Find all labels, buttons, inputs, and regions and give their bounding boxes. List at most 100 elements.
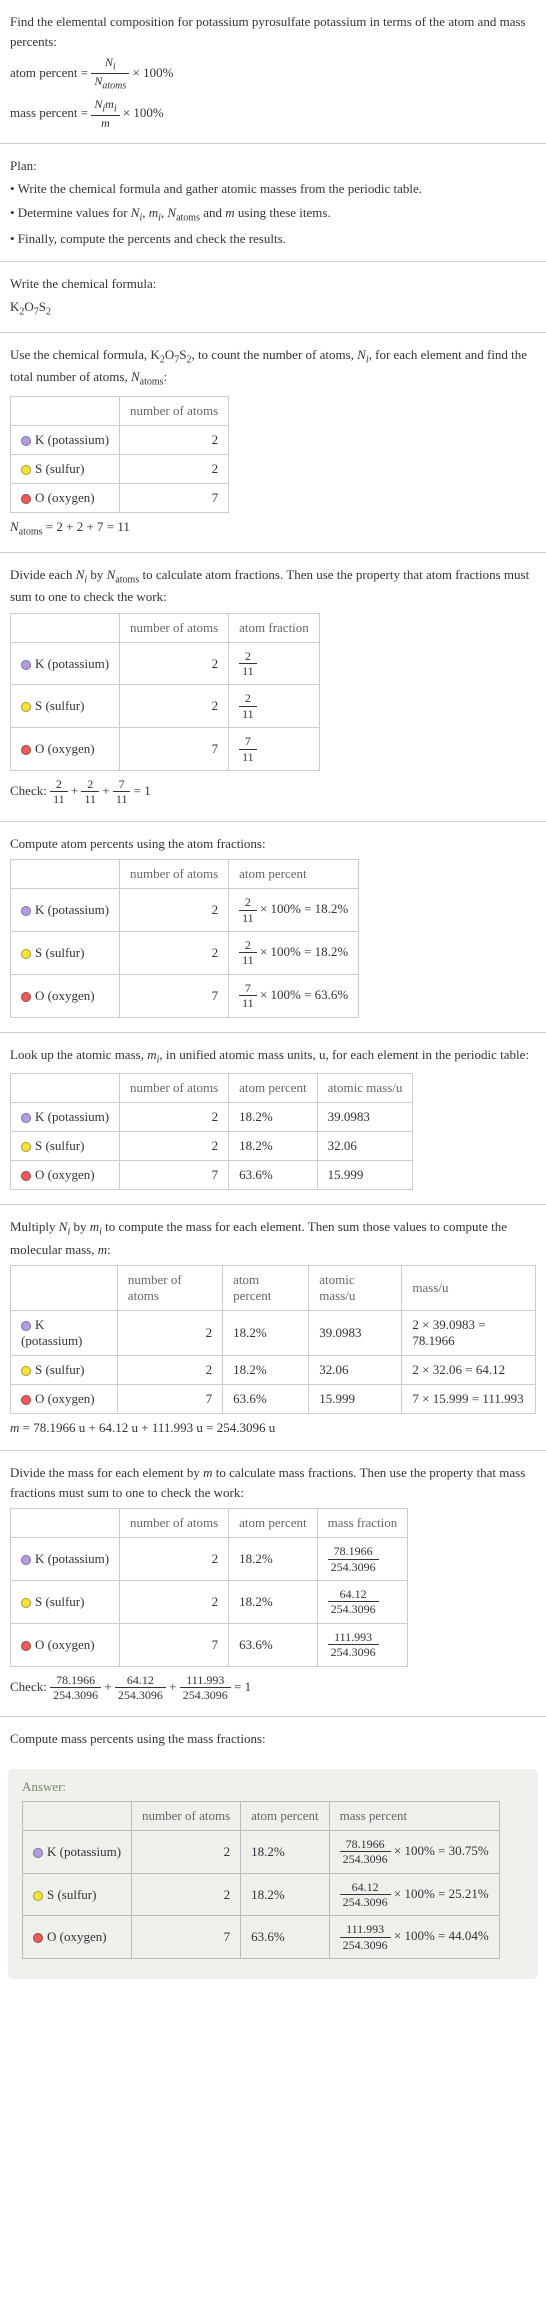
o-dot-icon: [21, 992, 31, 1002]
o-p: 63.6%: [229, 1623, 318, 1666]
table-row: S (sulfur) 2 211 × 100% = 18.2%: [11, 932, 359, 975]
o-dot-icon: [21, 1395, 31, 1405]
k-label: K (potassium): [21, 1317, 82, 1348]
k-label: K (potassium): [35, 1109, 109, 1124]
k-n: 2: [120, 1538, 229, 1581]
massfrac-table: number of atoms atom percent mass fracti…: [10, 1508, 408, 1666]
atom-percent-formula: atom percent = Ni Natoms × 100%: [10, 55, 536, 93]
o-label: O (oxygen): [35, 988, 95, 1003]
o-n: 7: [120, 1161, 229, 1190]
answer-box: Answer: number of atoms atom percent mas…: [8, 1769, 538, 1979]
k-label: K (potassium): [35, 902, 109, 917]
k-n: 2: [120, 1103, 229, 1132]
table-row: K (potassium) 2 18.2% 39.0983: [11, 1103, 413, 1132]
plan-section: Plan: • Write the chemical formula and g…: [0, 144, 546, 262]
plan-b1: • Write the chemical formula and gather …: [10, 179, 536, 199]
s-m: 32.06: [309, 1356, 402, 1385]
table-row: S (sulfur) 2 18.2% 32.06: [11, 1132, 413, 1161]
o-mu: 7 × 15.999 = 111.993: [402, 1385, 536, 1414]
k-mp: 78.1966254.3096 × 100% = 30.75%: [329, 1830, 499, 1873]
o-p: 63.6%: [241, 1916, 330, 1959]
times-100-b: × 100%: [123, 105, 164, 120]
s-m: 32.06: [317, 1132, 413, 1161]
masspct-section: Compute mass percents using the mass fra…: [0, 1717, 546, 1761]
s-n: 2: [132, 1873, 241, 1916]
massfrac-check: Check: 78.1966254.3096 + 64.12254.3096 +…: [10, 1673, 536, 1703]
mass-table: number of atoms atom percent atomic mass…: [10, 1073, 413, 1190]
atoms-header: number of atoms: [117, 1266, 222, 1311]
k-m: 39.0983: [309, 1311, 402, 1356]
s-dot-icon: [21, 1598, 31, 1608]
o-dot-icon: [21, 1641, 31, 1651]
pct-header: atom percent: [229, 1509, 318, 1538]
s-frac: 211: [229, 685, 320, 728]
k-label: K (potassium): [35, 656, 109, 671]
o-pct: 711 × 100% = 63.6%: [229, 974, 359, 1017]
count-table: number of atoms K (potassium) 2 S (sulfu…: [10, 396, 229, 513]
k-dot-icon: [21, 1321, 31, 1331]
s-label: S (sulfur): [35, 1362, 84, 1377]
table-row: S (sulfur) 2 18.2% 64.12254.3096: [11, 1581, 408, 1624]
nimi: Nimi: [94, 97, 116, 111]
table-row: K (potassium) 2 18.2% 78.1966254.3096: [11, 1538, 408, 1581]
atomfrac-text: Divide each Ni by Natoms to calculate at…: [10, 565, 536, 607]
s-dot-icon: [21, 949, 31, 959]
s-mu: 2 × 32.06 = 64.12: [402, 1356, 536, 1385]
s-dot-icon: [21, 465, 31, 475]
table-row: K (potassium) 2 211 × 100% = 18.2%: [11, 889, 359, 932]
k-frac: 211: [229, 642, 320, 685]
table-row: number of atoms atom percent mass fracti…: [11, 1509, 408, 1538]
o-n: 7: [120, 1623, 229, 1666]
table-row: S (sulfur) 2 211: [11, 685, 320, 728]
num: 111.993: [328, 1630, 379, 1645]
ni: Ni: [105, 55, 116, 69]
check-label: Check:: [10, 1679, 50, 1694]
mass-header: atomic mass/u: [317, 1074, 413, 1103]
formula-section: Write the chemical formula: K2O7S2: [0, 262, 546, 333]
o-dot-icon: [33, 1933, 43, 1943]
s-dot-icon: [21, 1142, 31, 1152]
natoms: Natoms: [94, 74, 126, 88]
massmult-section: Multiply Ni by mi to compute the mass fo…: [0, 1205, 546, 1451]
o-mf: 111.993254.3096: [317, 1623, 408, 1666]
atoms-header: number of atoms: [120, 1074, 229, 1103]
table-row: number of atoms atom fraction: [11, 613, 320, 642]
pct-tail: × 100% = 18.2%: [257, 944, 349, 959]
s-p: 18.2%: [241, 1873, 330, 1916]
plan-b3: • Finally, compute the percents and chec…: [10, 229, 536, 249]
s-mf: 64.12254.3096: [317, 1581, 408, 1624]
o-frac: 711: [229, 728, 320, 771]
blank-header: [11, 396, 120, 425]
den: 254.3096: [340, 1895, 391, 1909]
o-n: 7: [132, 1916, 241, 1959]
plan-heading: Plan:: [10, 156, 536, 176]
table-row: K (potassium) 2 18.2% 78.1966254.3096 × …: [23, 1830, 500, 1873]
k-dot-icon: [21, 1113, 31, 1123]
s-label: S (sulfur): [35, 945, 84, 960]
table-row: O (oxygen) 7: [11, 483, 229, 512]
atompct-text: Compute atom percents using the atom fra…: [10, 834, 536, 854]
table-row: O (oxygen) 7 711 × 100% = 63.6%: [11, 974, 359, 1017]
o-label: O (oxygen): [35, 741, 95, 756]
mass-percent-label: mass percent =: [10, 105, 91, 120]
o-label: O (oxygen): [35, 1167, 95, 1182]
k-pct: 211 × 100% = 18.2%: [229, 889, 359, 932]
mass-section: Look up the atomic mass, mi, in unified …: [0, 1033, 546, 1206]
answer-table: number of atoms atom percent mass percen…: [22, 1801, 500, 1959]
num: 64.12: [340, 1880, 391, 1895]
chemical-formula: K2O7S2: [10, 297, 536, 320]
k-p: 18.2%: [223, 1311, 309, 1356]
o-label: O (oxygen): [35, 1391, 95, 1406]
k-dot-icon: [21, 1555, 31, 1565]
den: 254.3096: [328, 1602, 379, 1616]
pct-header: atom percent: [241, 1801, 330, 1830]
k-mf: 78.1966254.3096: [317, 1538, 408, 1581]
s-mp: 64.12254.3096 × 100% = 25.21%: [329, 1873, 499, 1916]
atomfrac-table: number of atoms atom fraction K (potassi…: [10, 613, 320, 771]
table-row: K (potassium) 2 18.2% 39.0983 2 × 39.098…: [11, 1311, 536, 1356]
o-count: 7: [120, 483, 229, 512]
tail: × 100% = 30.75%: [391, 1843, 489, 1858]
atoms-header: number of atoms: [120, 613, 229, 642]
intro-text: Find the elemental composition for potas…: [10, 12, 536, 51]
o-mp: 111.993254.3096 × 100% = 44.04%: [329, 1916, 499, 1959]
